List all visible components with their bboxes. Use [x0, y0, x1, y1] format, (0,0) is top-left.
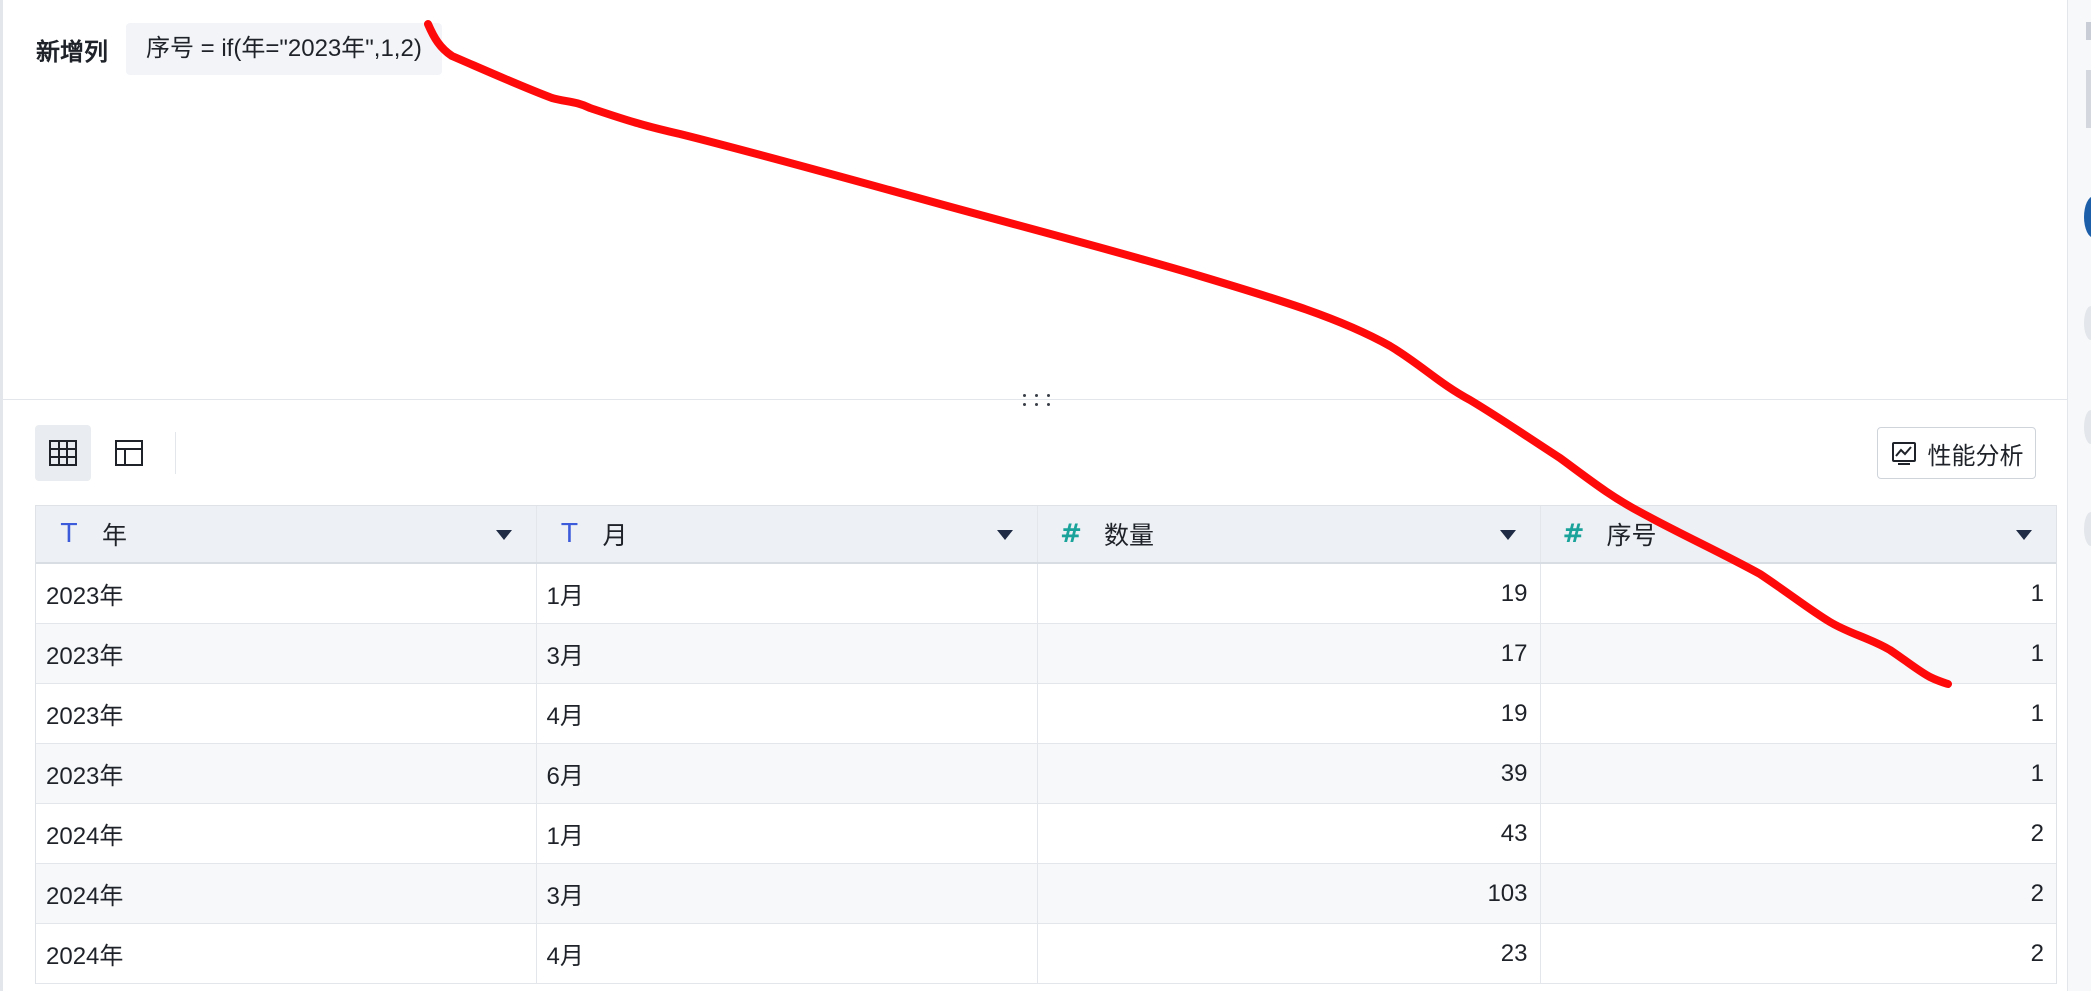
- column-header-year[interactable]: T 年: [36, 506, 537, 562]
- sidebar-circle-icon[interactable]: [2084, 410, 2091, 444]
- cell-year[interactable]: 2024年: [36, 804, 537, 863]
- cell-index[interactable]: 2: [1541, 804, 2056, 863]
- column-label: 月: [602, 522, 628, 550]
- sidebar-circle-icon[interactable]: [2084, 512, 2091, 546]
- cell-month[interactable]: 4月: [537, 684, 1038, 743]
- cell-index[interactable]: 2: [1541, 924, 2056, 983]
- cell-index[interactable]: 1: [1541, 744, 2056, 803]
- table-row: 2023年 1月 19 1: [36, 564, 2056, 624]
- table-row: 2023年 3月 17 1: [36, 624, 2056, 684]
- table-row: 2024年 1月 43 2: [36, 804, 2056, 864]
- cell-year[interactable]: 2024年: [36, 924, 537, 983]
- formula-panel: 新增列 序号 = if(年="2023年",1,2): [3, 0, 2067, 400]
- performance-analysis-label: 性能分析: [1927, 442, 2024, 470]
- cell-quantity[interactable]: 17: [1038, 624, 1541, 683]
- cell-month[interactable]: 4月: [537, 924, 1038, 983]
- cell-month[interactable]: 6月: [537, 744, 1038, 803]
- column-header-month[interactable]: T 月: [537, 506, 1038, 562]
- formula-expression[interactable]: 序号 = if(年="2023年",1,2): [126, 23, 442, 75]
- cell-quantity[interactable]: 43: [1038, 804, 1541, 863]
- sidebar-item[interactable]: [2086, 22, 2091, 40]
- cell-quantity[interactable]: 39: [1038, 744, 1541, 803]
- cell-year[interactable]: 2023年: [36, 744, 537, 803]
- caret-down-icon[interactable]: [1499, 530, 1516, 540]
- right-sidebar: [2068, 0, 2091, 991]
- caret-down-icon[interactable]: [495, 530, 512, 540]
- performance-analysis-button[interactable]: 性能分析: [1877, 427, 2036, 479]
- text-type-icon: T: [561, 519, 578, 549]
- cell-index[interactable]: 1: [1541, 624, 2056, 683]
- table-header: T 年 T 月 # 数量 # 序号: [36, 506, 2056, 564]
- table-row: 2024年 4月 23 2: [36, 924, 2056, 984]
- cell-index[interactable]: 2: [1541, 864, 2056, 923]
- panel-title: 新增列: [36, 39, 108, 66]
- cell-year[interactable]: 2024年: [36, 864, 537, 923]
- cell-month[interactable]: 1月: [537, 564, 1038, 623]
- table-row: 2023年 6月 39 1: [36, 744, 2056, 804]
- cell-year[interactable]: 2023年: [36, 564, 537, 623]
- table-grid-icon: [49, 440, 77, 466]
- cell-month[interactable]: 3月: [537, 864, 1038, 923]
- data-table: T 年 T 月 # 数量 # 序号 2023年 1月 19 1 2023年 3月…: [35, 505, 2057, 984]
- cell-quantity[interactable]: 23: [1038, 924, 1541, 983]
- cell-index[interactable]: 1: [1541, 684, 2056, 743]
- sidebar-item[interactable]: [2086, 70, 2091, 128]
- column-label: 年: [102, 522, 128, 550]
- column-label: 数量: [1104, 522, 1155, 550]
- sidebar-circle-icon[interactable]: [2084, 306, 2091, 340]
- table-row: 2024年 3月 103 2: [36, 864, 2056, 924]
- number-type-icon: #: [1562, 519, 1585, 549]
- cell-quantity[interactable]: 103: [1038, 864, 1541, 923]
- caret-down-icon[interactable]: [2015, 530, 2032, 540]
- toolbar-divider: [175, 432, 176, 474]
- number-type-icon: #: [1060, 519, 1082, 549]
- cell-quantity[interactable]: 19: [1038, 564, 1541, 623]
- cell-quantity[interactable]: 19: [1038, 684, 1541, 743]
- cell-month[interactable]: 1月: [537, 804, 1038, 863]
- layout-view-button[interactable]: [101, 425, 157, 481]
- grid-view-button[interactable]: [35, 425, 91, 481]
- text-type-icon: T: [61, 519, 77, 549]
- cell-index[interactable]: 1: [1541, 564, 2056, 623]
- chart-monitor-icon: [1891, 442, 1916, 465]
- column-header-index[interactable]: # 序号: [1541, 506, 2056, 562]
- app-page: 新增列 序号 = if(年="2023年",1,2) 性能分析 T 年 T 月 …: [0, 0, 2091, 991]
- column-header-quantity[interactable]: # 数量: [1038, 506, 1541, 562]
- layout-panel-icon: [115, 440, 143, 466]
- table-row: 2023年 4月 19 1: [36, 684, 2056, 744]
- resize-handle[interactable]: [1020, 388, 1054, 412]
- column-label: 序号: [1606, 522, 1657, 550]
- cell-year[interactable]: 2023年: [36, 684, 537, 743]
- cell-month[interactable]: 3月: [537, 624, 1038, 683]
- caret-down-icon[interactable]: [997, 530, 1013, 540]
- cell-year[interactable]: 2023年: [36, 624, 537, 683]
